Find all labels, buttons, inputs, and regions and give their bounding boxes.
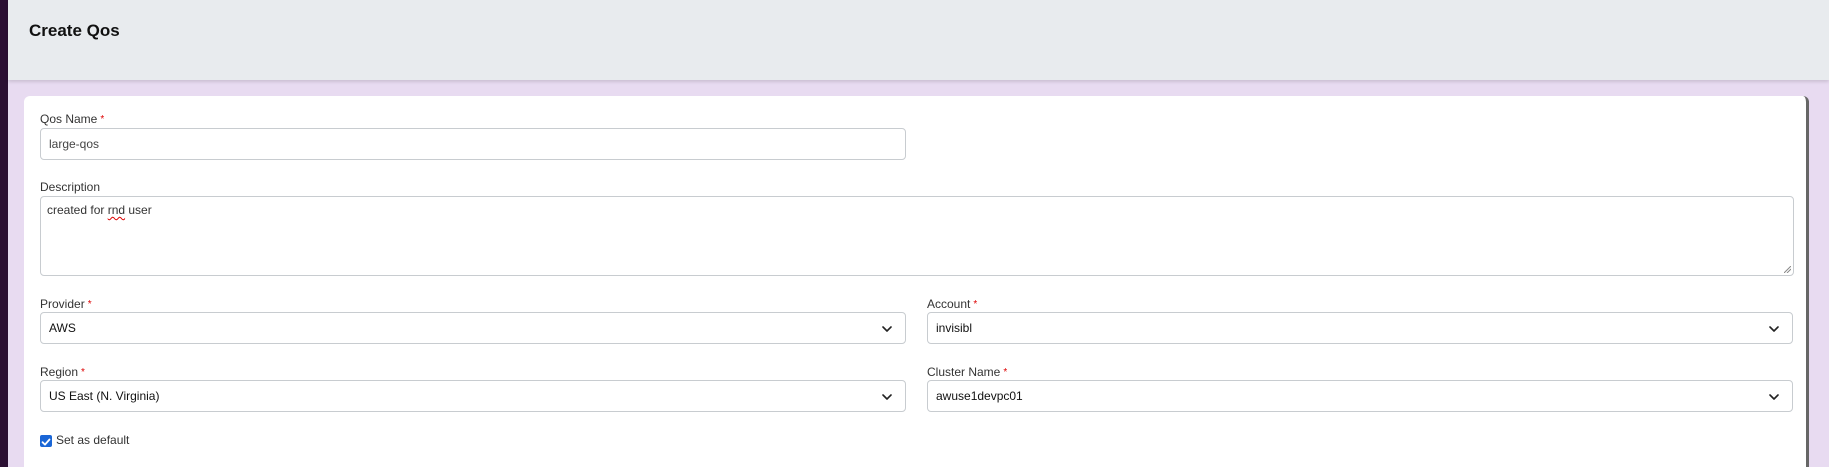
required-asterisk: * (81, 367, 85, 378)
resize-handle-icon[interactable] (1784, 266, 1791, 273)
region-select[interactable]: US East (N. Virginia) (40, 380, 906, 412)
qos-name-label-text: Qos Name (40, 112, 98, 126)
left-rail (0, 0, 8, 467)
description-value-suffix: user (125, 203, 152, 217)
account-select[interactable]: invisibl (927, 312, 1793, 344)
create-qos-form: Qos Name * large-qos Description created … (24, 96, 1809, 467)
description-label: Description (40, 180, 100, 194)
page-title: Create Qos (29, 21, 120, 40)
description-textarea[interactable]: created for rnd user (40, 196, 1794, 276)
provider-label: Provider * (40, 297, 92, 311)
required-asterisk: * (87, 299, 92, 310)
region-selected-value: US East (N. Virginia) (49, 389, 160, 403)
account-label: Account * (927, 297, 977, 311)
required-asterisk: * (1003, 367, 1008, 378)
account-selected-value: invisibl (936, 321, 973, 335)
cluster-name-select[interactable]: awuse1devpc01 (927, 380, 1793, 412)
cluster-name-label-text: Cluster Name (927, 365, 1001, 379)
set-default-label[interactable]: Set as default (56, 433, 129, 447)
page-header: Create Qos (8, 0, 1829, 80)
qos-name-label: Qos Name * (40, 112, 104, 126)
cluster-name-selected-value: awuse1devpc01 (936, 389, 1023, 403)
required-asterisk: * (100, 114, 105, 125)
region-label-text: Region (40, 365, 79, 379)
qos-name-input[interactable]: large-qos (40, 128, 906, 160)
description-value-prefix: created for (47, 203, 108, 217)
chevron-down-icon (1769, 394, 1779, 400)
qos-name-value: large-qos (49, 137, 100, 151)
provider-selected-value: AWS (49, 321, 76, 335)
chevron-down-icon (882, 394, 892, 400)
required-asterisk: * (973, 299, 978, 310)
description-label-text: Description (40, 180, 101, 194)
chevron-down-icon (1769, 326, 1779, 332)
cluster-name-label: Cluster Name * (927, 365, 1007, 379)
provider-label-text: Provider (40, 297, 85, 311)
provider-select[interactable]: AWS (40, 312, 906, 344)
description-misspelled-word: rnd (107, 203, 126, 217)
region-label: Region * (40, 365, 85, 379)
account-label-text: Account (927, 297, 971, 311)
set-default-checkbox[interactable] (40, 435, 52, 447)
check-icon (41, 438, 51, 446)
chevron-down-icon (882, 326, 892, 332)
